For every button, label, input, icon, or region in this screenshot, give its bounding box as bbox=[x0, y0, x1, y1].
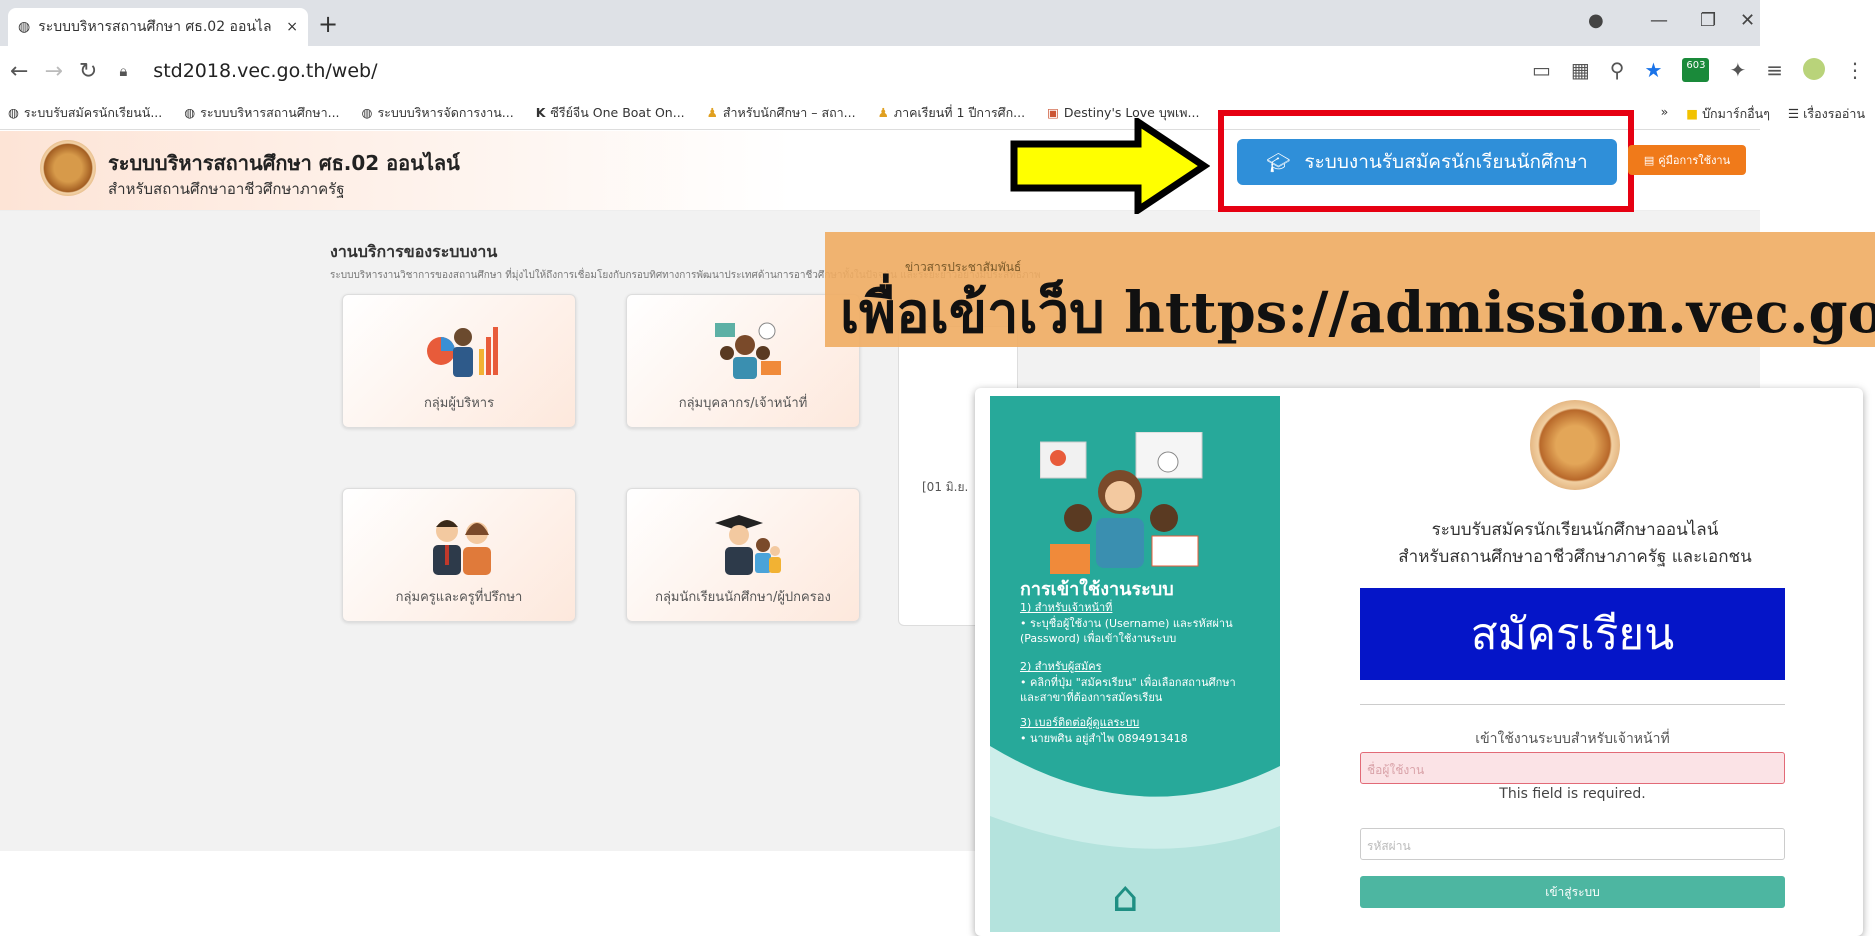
globe-icon: ◍ bbox=[361, 105, 373, 120]
list-icon: ☰ bbox=[1787, 106, 1800, 121]
username-input[interactable]: ชื่อผู้ใช้งาน bbox=[1360, 752, 1785, 784]
staff-icon bbox=[715, 322, 781, 379]
manual-button[interactable]: ▤ คู่มือการใช้งาน bbox=[1628, 145, 1746, 175]
applicant-info-title: 2) สำหรับผู้สมัคร bbox=[1020, 660, 1102, 673]
site-subtitle: สำหรับสถานศึกษาอาชีวศึกษาภาครัฐ bbox=[108, 180, 345, 198]
staff-info-title: 1) สำหรับเจ้าหน้าที่ bbox=[1020, 601, 1113, 614]
star-icon[interactable]: ★ bbox=[1644, 58, 1662, 82]
k-icon: K bbox=[535, 105, 546, 120]
pointer-arrow-icon bbox=[1010, 118, 1210, 214]
menu-icon[interactable]: ⋮ bbox=[1845, 58, 1865, 82]
card-label: กลุ่มนักเรียนนักศึกษา/ผู้ปกครอง bbox=[655, 590, 831, 605]
tab-title: ระบบบริหารสถานศึกษา ศธ.02 ออนไล bbox=[38, 19, 272, 35]
bookmark-item[interactable]: ◍ ระบบรับสมัครนักเรียนนั... bbox=[8, 103, 162, 123]
card-label: กลุ่มบุคลากร/เจ้าหน้าที่ bbox=[678, 396, 808, 411]
bookmarks-right: » ■ บ๊กมาร์กอื่นๆ ☰ เรื่องรออ่าน bbox=[1661, 104, 1865, 124]
minimize-icon[interactable]: — bbox=[1650, 10, 1668, 31]
institution-seal bbox=[1530, 400, 1620, 490]
cast-icon[interactable]: ▭ bbox=[1532, 58, 1551, 82]
staff-info-text: • ระบุชื่อผู้ใช้งาน (Username) และรหัสผ่… bbox=[1020, 617, 1233, 645]
reading-list-icon[interactable]: ≡ bbox=[1766, 58, 1783, 82]
password-input[interactable]: รหัสผ่าน bbox=[1360, 828, 1785, 860]
staff-illustration-icon bbox=[1040, 432, 1203, 574]
card-students[interactable]: กลุ่มนักเรียนนักศึกษา/ผู้ปกครอง bbox=[626, 488, 860, 622]
address-bar[interactable]: std2018.vec.go.th/web/ bbox=[153, 60, 377, 82]
reading-list[interactable]: ☰ เรื่องรออ่าน bbox=[1788, 104, 1865, 124]
system-subtitle: สำหรับสถานศึกษาอาชีวศึกษาภาครัฐ และเอกชน bbox=[1398, 547, 1752, 567]
contact-info-title: 3) เบอร์ติดต่อผู้ดูแลระบบ bbox=[1020, 716, 1140, 729]
bookmark-item[interactable]: ♟ ภาคเรียนที่ 1 ปีการศึก... bbox=[878, 103, 1026, 123]
applicant-info-text: • คลิกที่ปุ่ม "สมัครเรียน" เพื่อเลือกสถา… bbox=[1020, 676, 1236, 704]
system-title: ระบบรับสมัครนักเรียนนักศึกษาออนไลน์ bbox=[1431, 520, 1719, 540]
forward-icon[interactable]: → bbox=[44, 59, 62, 84]
apply-button[interactable]: สมัครเรียน bbox=[1360, 588, 1785, 680]
new-tab-button[interactable]: + bbox=[318, 10, 338, 38]
card-label: กลุ่มครูและครูที่ปรึกษา bbox=[395, 590, 523, 605]
restore-icon[interactable]: ❐ bbox=[1700, 10, 1716, 31]
back-icon[interactable]: ← bbox=[10, 59, 28, 84]
login-button[interactable]: เข้าสู่ระบบ bbox=[1360, 876, 1785, 908]
divider bbox=[1360, 704, 1785, 705]
bookmark-item[interactable]: ◍ ระบบบริหารสถานศึกษา... bbox=[184, 103, 339, 123]
profile-icon[interactable]: ● bbox=[1588, 10, 1604, 31]
bookmark-item[interactable]: K ซีรีย์จีน One Boat On... bbox=[536, 103, 685, 123]
executives-icon bbox=[427, 327, 498, 377]
card-executives[interactable]: กลุ่มผู้บริหาร bbox=[342, 294, 576, 428]
globe-icon: ◍ bbox=[8, 105, 19, 120]
bookmark-item[interactable]: ♟ สำหรับนักศึกษา – สถา... bbox=[707, 103, 856, 123]
teachers-icon bbox=[433, 520, 491, 575]
avatar[interactable] bbox=[1803, 58, 1825, 80]
services-heading: งานบริการของระบบงาน bbox=[330, 242, 498, 261]
toolbar: ← → ↻ 🔒︎ std2018.vec.go.th/web/ bbox=[0, 46, 1760, 96]
panel-heading: การเข้าใช้งานระบบ bbox=[1020, 579, 1174, 600]
bookmarks-more[interactable]: » bbox=[1661, 104, 1669, 124]
caption-text: เพื่อเข้าเว็บ https://admission.vec.go bbox=[840, 280, 1875, 346]
highlight-box bbox=[1218, 110, 1634, 212]
reload-icon[interactable]: ↻ bbox=[79, 59, 97, 84]
person-icon: ♟ bbox=[877, 105, 889, 120]
qr-icon[interactable]: ▦ bbox=[1571, 58, 1590, 82]
extension-badge[interactable]: 603 bbox=[1682, 58, 1710, 82]
zoom-icon[interactable]: ⚲ bbox=[1610, 58, 1625, 82]
contact-info-text: • นายพศิน อยู่สำไพ 0894913418 bbox=[1020, 732, 1188, 745]
students-icon bbox=[715, 515, 781, 575]
bookmark-folder[interactable]: ■ บ๊กมาร์กอื่นๆ bbox=[1686, 104, 1770, 124]
news-date[interactable]: [01 มิ.ย. bbox=[922, 478, 968, 497]
card-teachers[interactable]: กลุ่มครูและครูที่ปรึกษา bbox=[342, 488, 576, 622]
lock-icon: 🔒︎ bbox=[119, 62, 128, 80]
card-label: กลุ่มผู้บริหาร bbox=[423, 396, 495, 411]
globe-icon: ◍ bbox=[18, 19, 31, 35]
document-icon: ▤ bbox=[1643, 153, 1655, 167]
close-tab-icon[interactable]: × bbox=[286, 19, 298, 35]
browser-tab[interactable]: ◍ ระบบบริหารสถานศึกษา ศธ.02 ออนไล × bbox=[8, 8, 308, 46]
close-window-icon[interactable]: ✕ bbox=[1740, 10, 1755, 31]
toolbar-icons: ▭ ▦ ⚲ ★ 603 ✦ ≡ ⋮ bbox=[1532, 58, 1865, 82]
logo bbox=[40, 140, 96, 196]
validation-message: This field is required. bbox=[1499, 786, 1646, 802]
staff-login-label: เข้าใช้งานระบบสำหรับเจ้าหน้าที่ bbox=[1475, 731, 1670, 747]
folder-icon: ■ bbox=[1686, 106, 1699, 121]
puzzle-icon[interactable]: ✦ bbox=[1729, 58, 1746, 82]
bookmark-item[interactable]: ◍ ระบบบริหารจัดการงาน... bbox=[362, 103, 514, 123]
site-title: ระบบบริหารสถานศึกษา ศธ.02 ออนไลน์ bbox=[108, 151, 460, 175]
home-icon[interactable]: ⌂ bbox=[1112, 872, 1139, 921]
globe-icon: ◍ bbox=[184, 105, 196, 120]
person-icon: ♟ bbox=[706, 105, 718, 120]
